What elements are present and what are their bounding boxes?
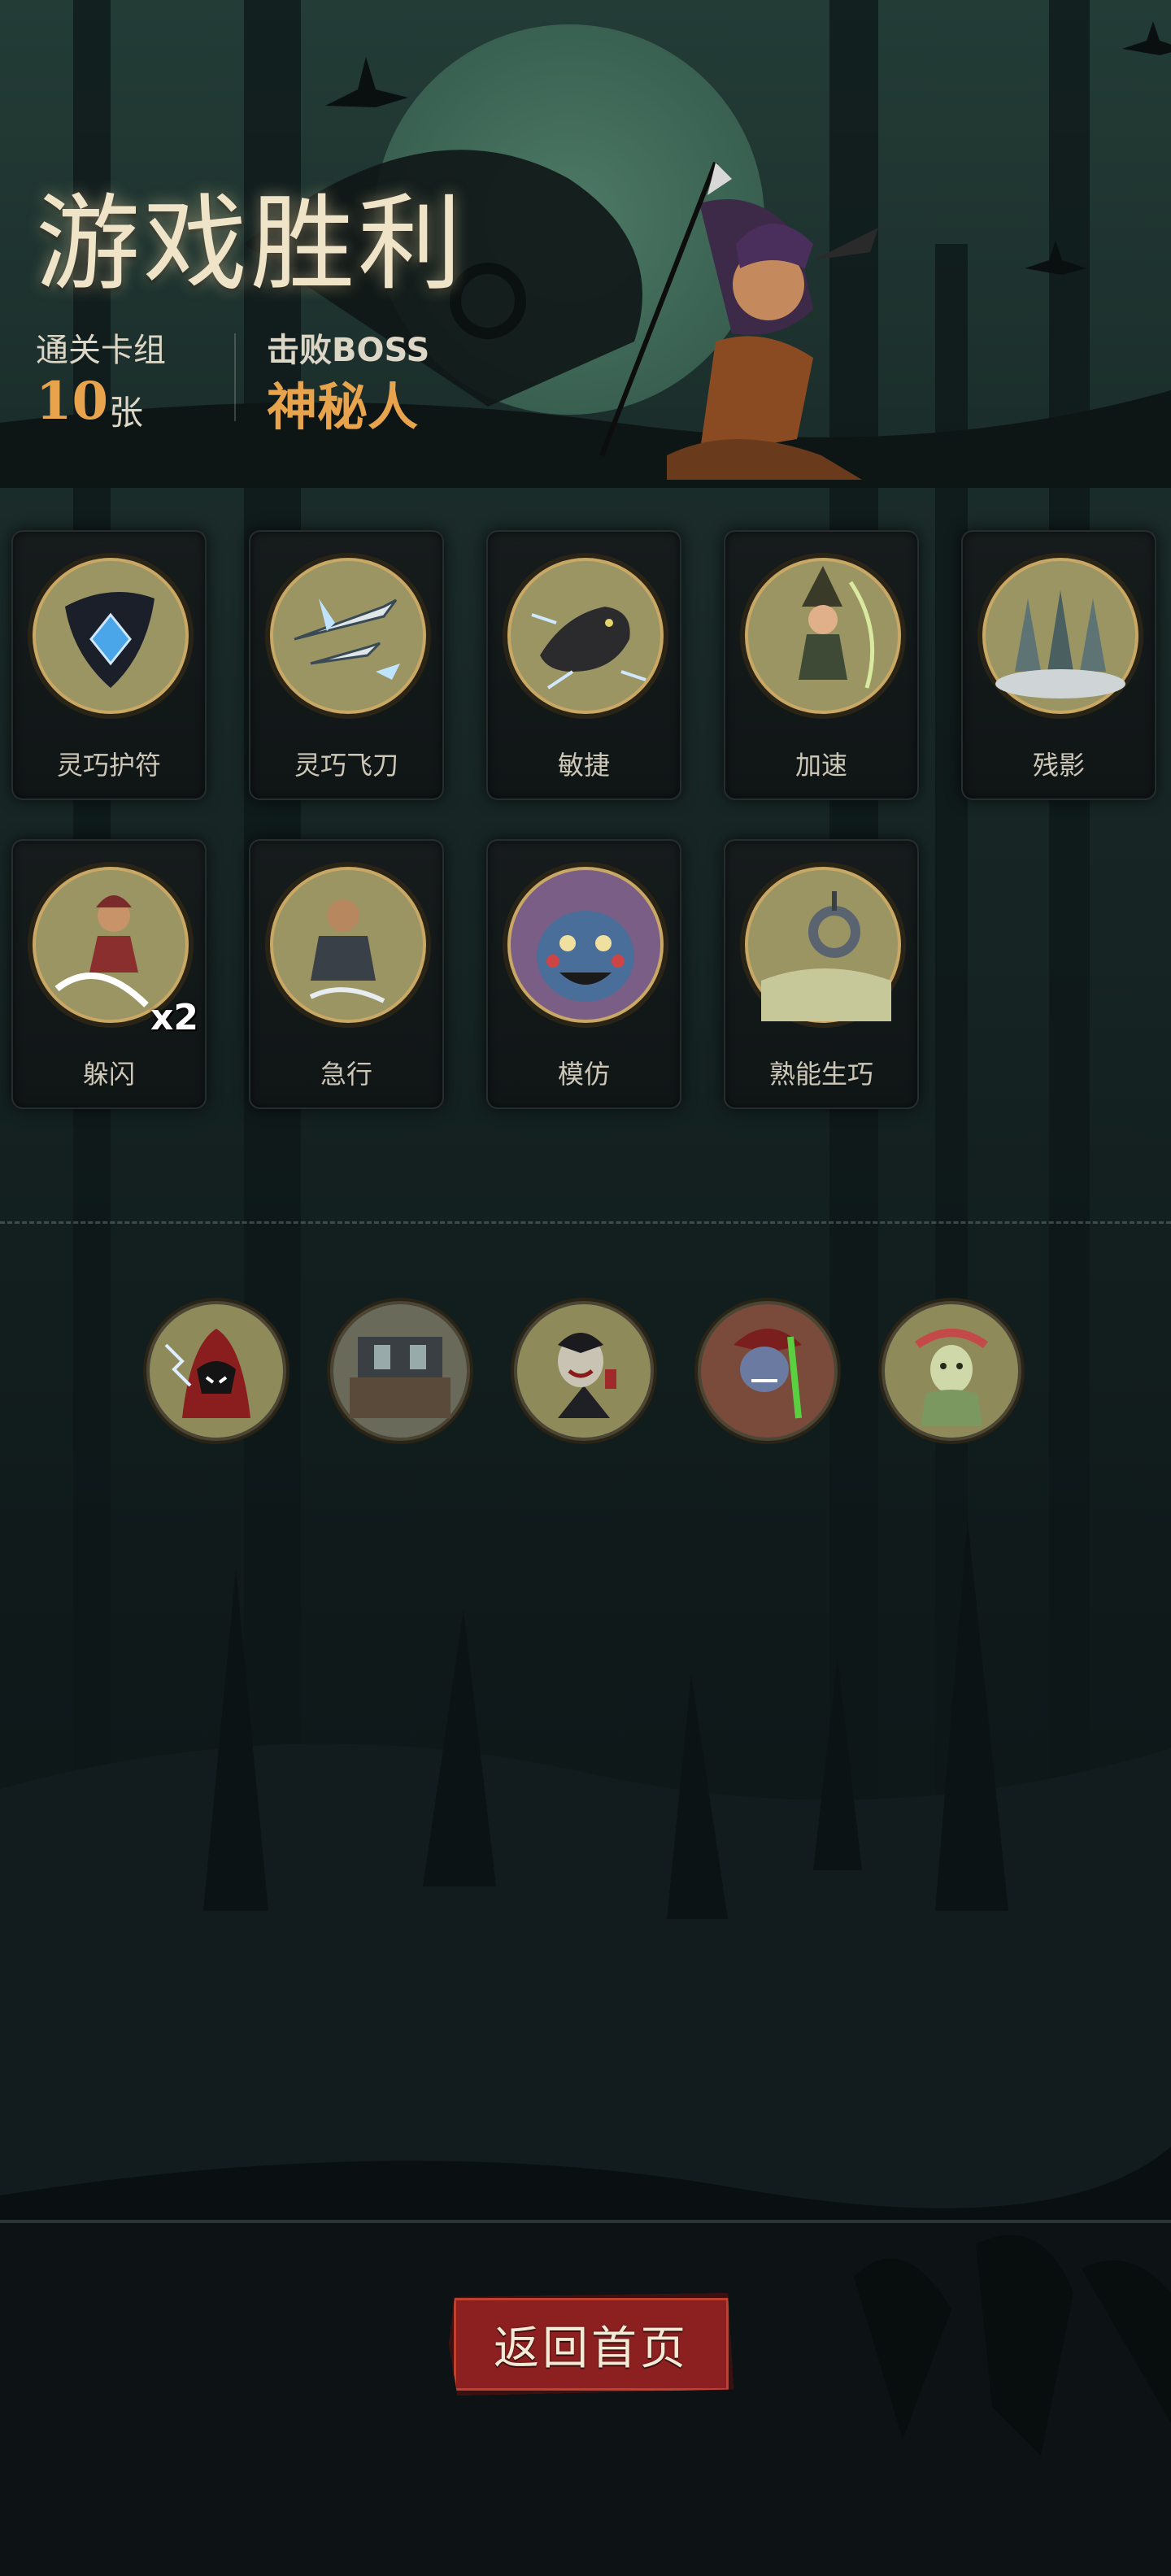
cleared-deck-unit: 张	[109, 393, 144, 433]
defeated-boss-label: 击败BOSS	[267, 332, 430, 369]
agile-amulet-icon	[28, 553, 194, 719]
card-label: 加速	[794, 750, 847, 781]
section-divider	[0, 1221, 1171, 1224]
game-victory-title: 游戏胜利	[36, 184, 466, 305]
card-agility[interactable]: 敏捷	[486, 530, 681, 800]
card-agile-amulet[interactable]: 灵巧护符	[11, 530, 207, 800]
return-home-button[interactable]: 返回首页	[449, 2293, 734, 2395]
card-agile-throwing-knives[interactable]: 灵巧飞刀	[249, 530, 444, 800]
card-label: 躲闪	[82, 1059, 135, 1090]
card-label: 灵巧护符	[56, 750, 161, 781]
card-dodge[interactable]: x2 躲闪	[11, 839, 207, 1109]
card-label: 残影	[1032, 750, 1085, 781]
card-practice-makes-perfect[interactable]: 熟能生巧	[724, 839, 919, 1109]
cleared-deck-label: 通关卡组	[36, 332, 166, 369]
haste-witch-icon	[740, 553, 906, 719]
kitchen-boss-icon	[327, 1298, 473, 1444]
card-mimic[interactable]: 模仿	[486, 839, 681, 1109]
card-label: 熟能生巧	[768, 1059, 873, 1090]
card-label: 灵巧飞刀	[294, 750, 398, 781]
defeated-boss-name: 神秘人	[267, 377, 419, 437]
agility-panther-icon	[503, 553, 668, 719]
goblin-chemist-boss-icon	[694, 1298, 841, 1444]
return-home-label: 返回首页	[494, 2321, 689, 2375]
quantity-badge: x2	[150, 997, 198, 1038]
afterimage-hooded-figures-icon	[977, 553, 1143, 719]
card-label: 敏捷	[557, 750, 610, 781]
card-label: 急行	[320, 1059, 372, 1090]
card-afterimage[interactable]: 残影	[961, 530, 1156, 800]
stat-divider	[234, 333, 236, 421]
cleared-deck-count: 10	[36, 371, 109, 432]
dash-warrior-icon	[265, 862, 431, 1028]
agile-throwing-knives-icon	[265, 553, 431, 719]
card-dash[interactable]: 急行	[249, 839, 444, 1109]
practice-makes-perfect-icon	[740, 862, 906, 1028]
hooded-mage-boss-icon	[143, 1298, 289, 1444]
card-label: 模仿	[557, 1059, 610, 1090]
mimic-troll-face-icon	[503, 862, 668, 1028]
card-haste[interactable]: 加速	[724, 530, 919, 800]
forest-dryad-boss-icon	[878, 1298, 1025, 1444]
vampire-boss-icon	[511, 1298, 657, 1444]
forest-night-background	[0, 0, 1171, 2576]
